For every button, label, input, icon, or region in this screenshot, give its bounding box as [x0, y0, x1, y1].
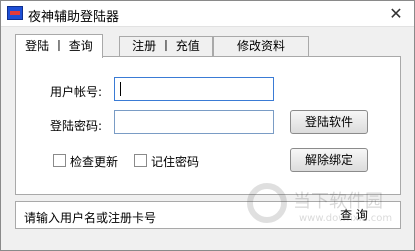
title-bar[interactable]: 夜神辅助登陆器 ✕: [1, 1, 414, 27]
status-bar: 请输入用户名或注册卡号 查 询: [15, 201, 401, 229]
username-label: 用户帐号:: [50, 85, 103, 99]
remember-password-checkbox[interactable]: [134, 154, 147, 167]
app-logo-icon: [7, 6, 23, 20]
tab-edit-profile[interactable]: 修改资料: [213, 36, 309, 57]
password-label: 登陆密码:: [50, 119, 103, 133]
password-field[interactable]: [114, 110, 274, 134]
app-window: 夜神辅助登陆器 ✕ 登陆 丨 查询 注册 丨 充值 修改资料 用户帐号: 登陆密…: [0, 0, 415, 251]
window-title: 夜神辅助登陆器: [28, 10, 120, 25]
username-field[interactable]: [114, 77, 274, 101]
tab-register-recharge[interactable]: 注册 丨 充值: [119, 36, 213, 57]
check-update-label: 检查更新: [70, 155, 119, 169]
remember-password-label: 记住密码: [151, 155, 200, 169]
status-message: 请输入用户名或注册卡号: [24, 211, 157, 225]
login-button[interactable]: 登陆软件: [290, 110, 368, 134]
tab-login-query[interactable]: 登陆 丨 查询: [15, 34, 103, 58]
text-caret: [120, 82, 121, 96]
check-update-checkbox[interactable]: [53, 154, 66, 167]
close-button[interactable]: ✕: [388, 6, 404, 22]
login-panel: 用户帐号: 登陆密码: 登陆软件 检查更新 记住密码 解除绑定: [15, 56, 401, 195]
query-button[interactable]: 查 询: [314, 204, 394, 226]
unbind-button[interactable]: 解除绑定: [290, 148, 368, 172]
